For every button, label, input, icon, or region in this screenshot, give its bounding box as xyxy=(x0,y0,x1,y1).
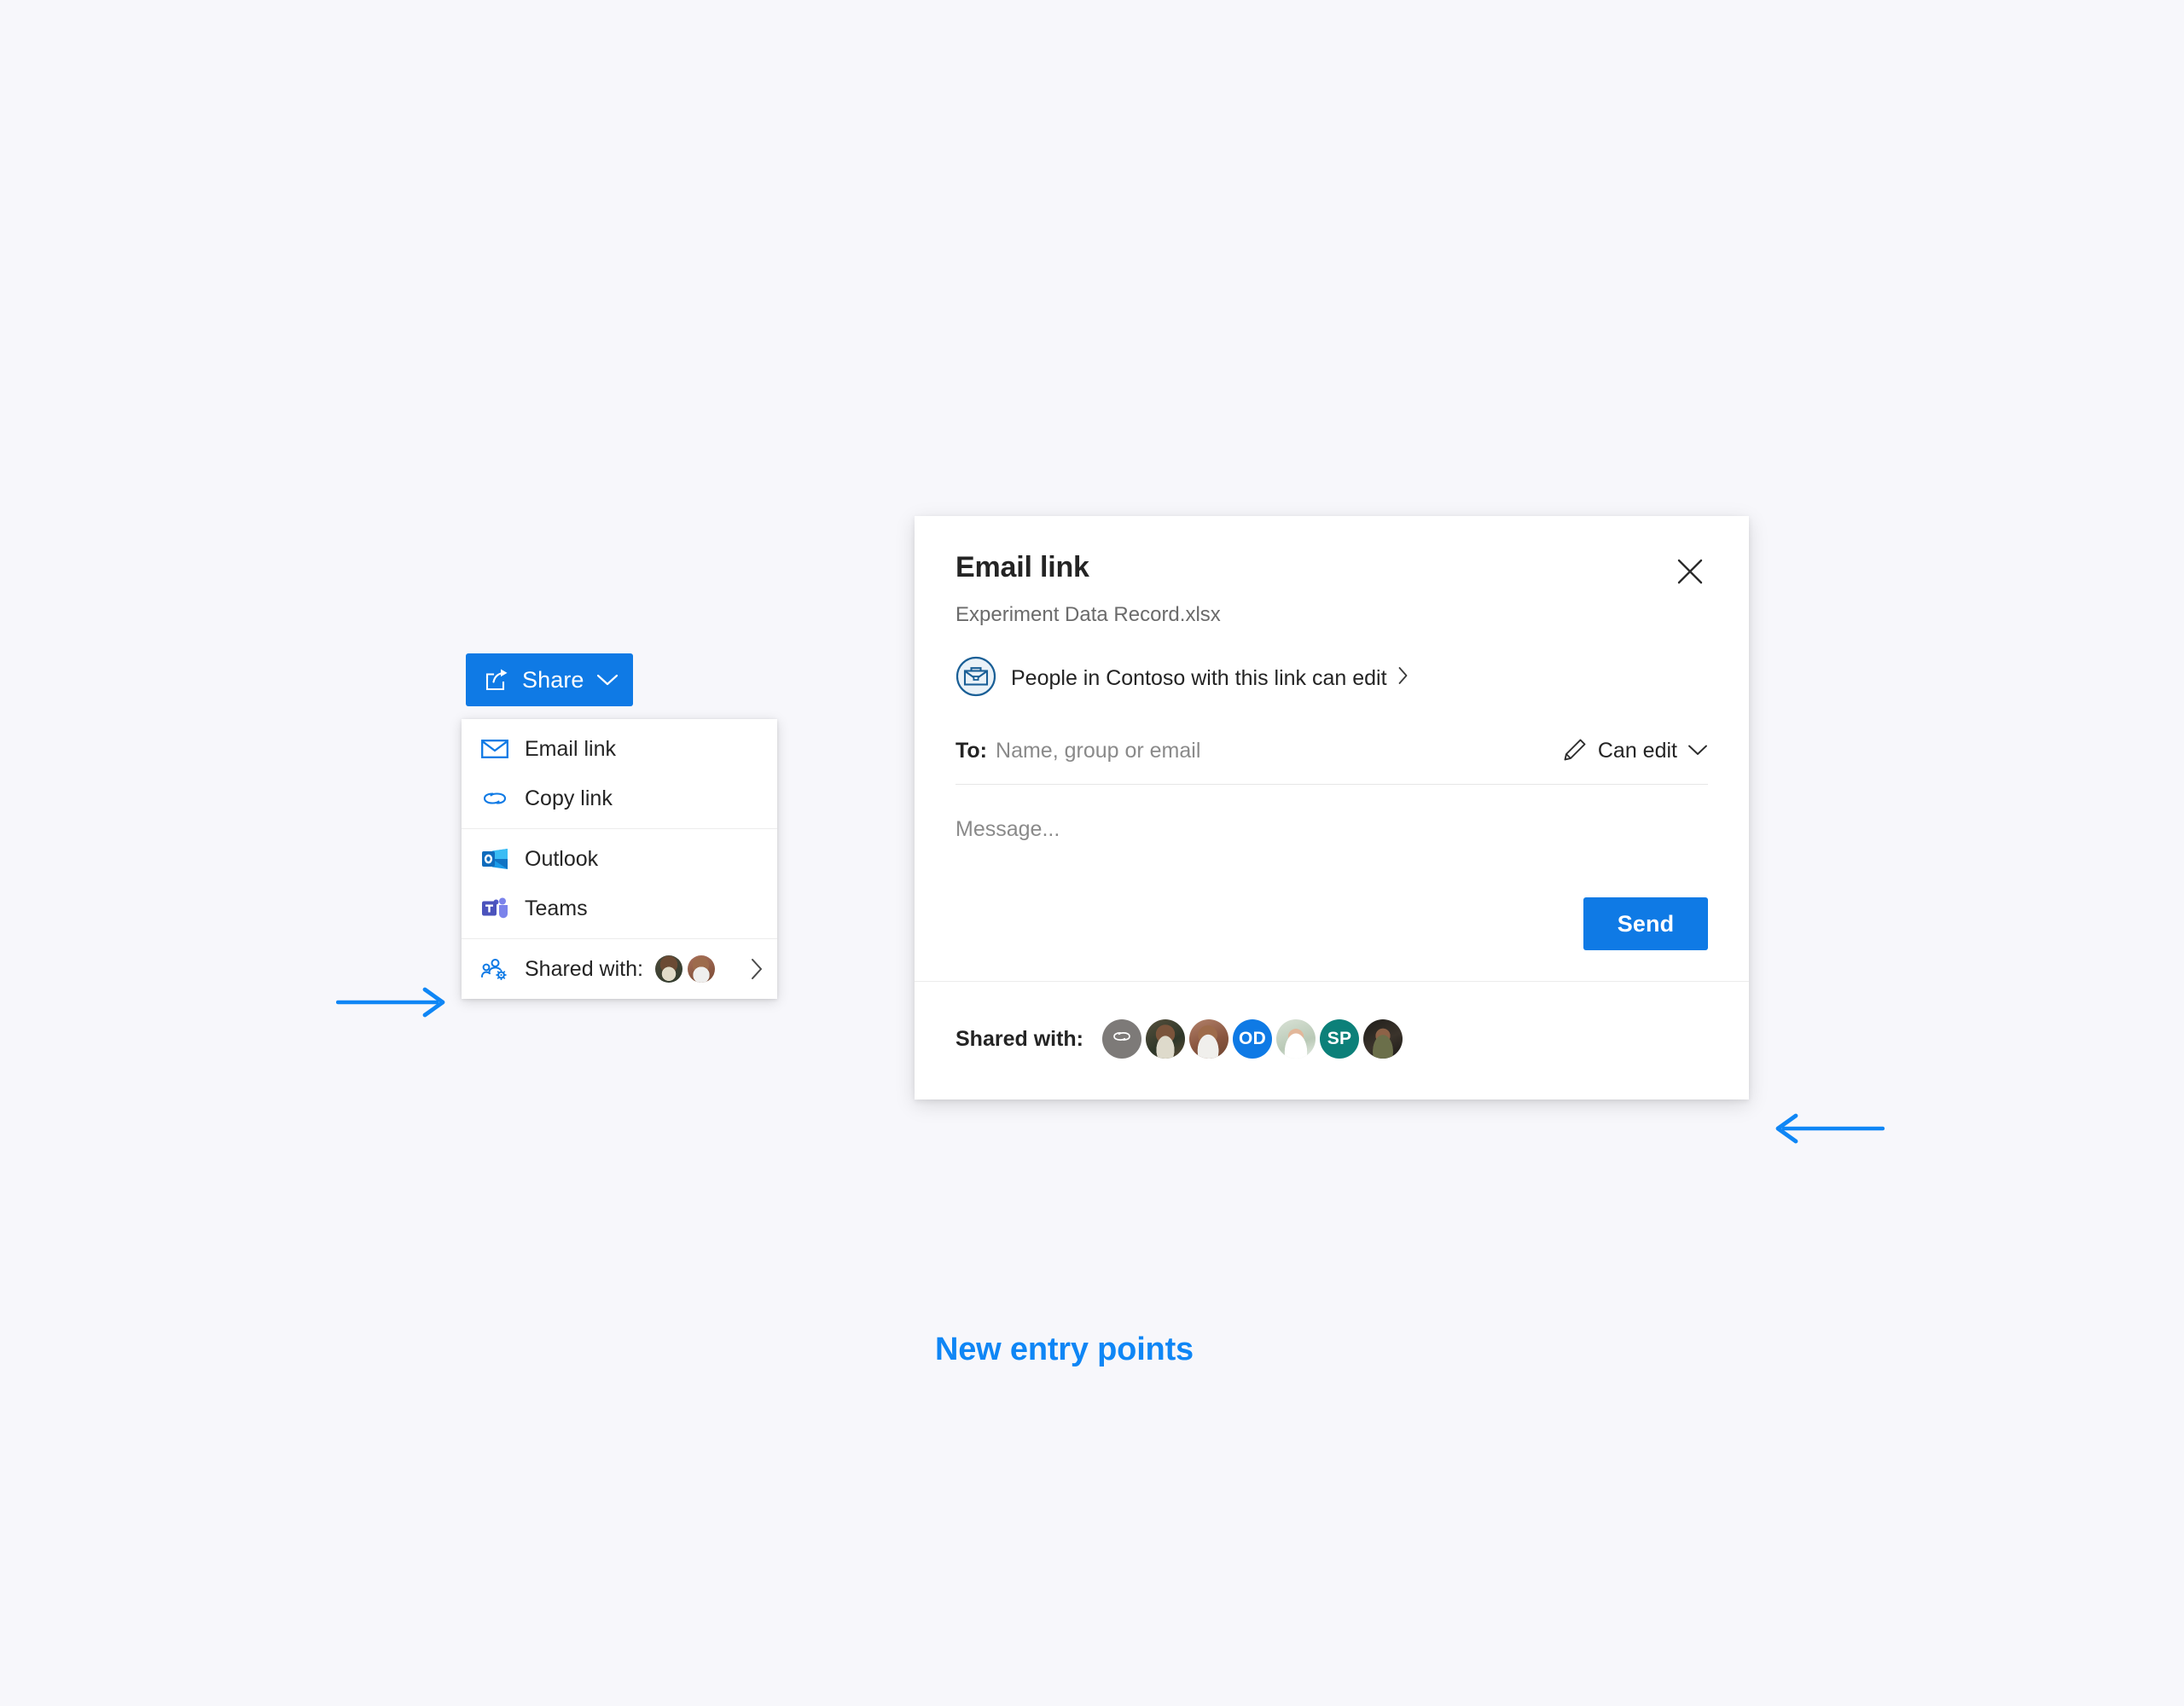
share-menu-item-outlook[interactable]: Outlook xyxy=(462,834,777,884)
share-menu-item-label: Shared with: xyxy=(525,956,643,981)
shared-with-avatar-group[interactable] xyxy=(654,955,720,983)
chevron-right-icon xyxy=(1397,666,1409,691)
avatar[interactable] xyxy=(1146,1019,1186,1059)
teams-icon xyxy=(480,896,509,921)
share-menu-item-label: Outlook xyxy=(525,846,599,871)
recipients-left: To: xyxy=(956,739,1474,763)
share-menu-item-label: Teams xyxy=(525,896,588,920)
outlook-icon xyxy=(480,846,509,872)
file-name: Experiment Data Record.xlsx xyxy=(956,603,1221,626)
link-scope-label: People in Contoso with this link can edi… xyxy=(1011,666,1387,690)
share-menu-group-links: Email link Copy link xyxy=(462,719,777,828)
avatar-initials-label: OD xyxy=(1238,1029,1267,1048)
share-menu-item-copy-link[interactable]: Copy link xyxy=(462,774,777,823)
avatar-initials[interactable]: SP xyxy=(1320,1019,1360,1059)
link-chain-icon xyxy=(1112,1029,1132,1049)
recipients-input[interactable] xyxy=(996,739,1474,763)
share-menu-group-apps: Outlook Teams xyxy=(462,828,777,938)
pencil-icon xyxy=(1562,737,1588,765)
close-button[interactable] xyxy=(1672,554,1708,589)
avatar-link[interactable] xyxy=(1102,1019,1142,1059)
chevron-down-icon xyxy=(1687,744,1708,759)
dialog-footer: Shared with: OD SP xyxy=(915,981,1749,1100)
email-link-dialog: Email link Experiment Data Record.xlsx P… xyxy=(915,516,1749,1100)
share-menu-item-shared-with[interactable]: Shared with: xyxy=(462,944,777,994)
avatar[interactable] xyxy=(1363,1019,1403,1059)
link-chain-icon xyxy=(480,788,509,809)
avatar[interactable] xyxy=(1276,1019,1316,1059)
link-scope-text-wrap: People in Contoso with this link can edi… xyxy=(1011,666,1409,691)
send-button[interactable]: Send xyxy=(1583,897,1708,950)
share-menu-group-shared: Shared with: xyxy=(462,938,777,999)
annotation-arrow-right xyxy=(335,983,450,1026)
shared-with-avatar-stack: OD SP xyxy=(1102,1019,1403,1059)
avatar[interactable] xyxy=(1189,1019,1229,1059)
message-input[interactable] xyxy=(956,815,1708,875)
caption-label: New entry points xyxy=(935,1332,1194,1367)
share-menu-item-label: Email link xyxy=(525,736,616,761)
envelope-icon xyxy=(480,739,509,759)
share-button-label: Share xyxy=(522,666,584,693)
annotation-arrow-left xyxy=(1770,1109,1885,1152)
page-title: Email link xyxy=(956,551,1089,583)
send-row: Send xyxy=(956,897,1708,960)
chevron-down-icon xyxy=(596,673,619,687)
permission-label: Can edit xyxy=(1597,739,1677,763)
permission-dropdown[interactable]: Can edit xyxy=(1562,737,1708,765)
people-settings-icon xyxy=(480,958,509,980)
shared-with-label: Shared with: xyxy=(956,1026,1084,1051)
to-label: To: xyxy=(956,739,988,763)
close-icon xyxy=(1676,559,1705,589)
recipients-row: To: Can edit xyxy=(956,737,1708,785)
briefcase-icon xyxy=(956,656,996,701)
avatar-initials-label: SP xyxy=(1327,1029,1352,1048)
share-icon xyxy=(485,668,510,692)
avatar-initials[interactable]: OD xyxy=(1233,1019,1273,1059)
share-button[interactable]: Share xyxy=(466,653,633,706)
dialog-header: Email link xyxy=(956,551,1708,589)
message-area xyxy=(956,815,1708,897)
share-menu: Email link Copy link Outlook Teams Share… xyxy=(462,719,777,999)
avatar[interactable] xyxy=(687,955,715,983)
share-menu-item-label: Copy link xyxy=(525,786,613,810)
dialog-body: Email link Experiment Data Record.xlsx P… xyxy=(915,516,1749,981)
avatar[interactable] xyxy=(654,955,682,983)
chevron-right-icon[interactable] xyxy=(743,958,764,980)
link-scope-button[interactable]: People in Contoso with this link can edi… xyxy=(956,656,1708,701)
share-menu-item-teams[interactable]: Teams xyxy=(462,884,777,933)
share-menu-item-email-link[interactable]: Email link xyxy=(462,724,777,774)
